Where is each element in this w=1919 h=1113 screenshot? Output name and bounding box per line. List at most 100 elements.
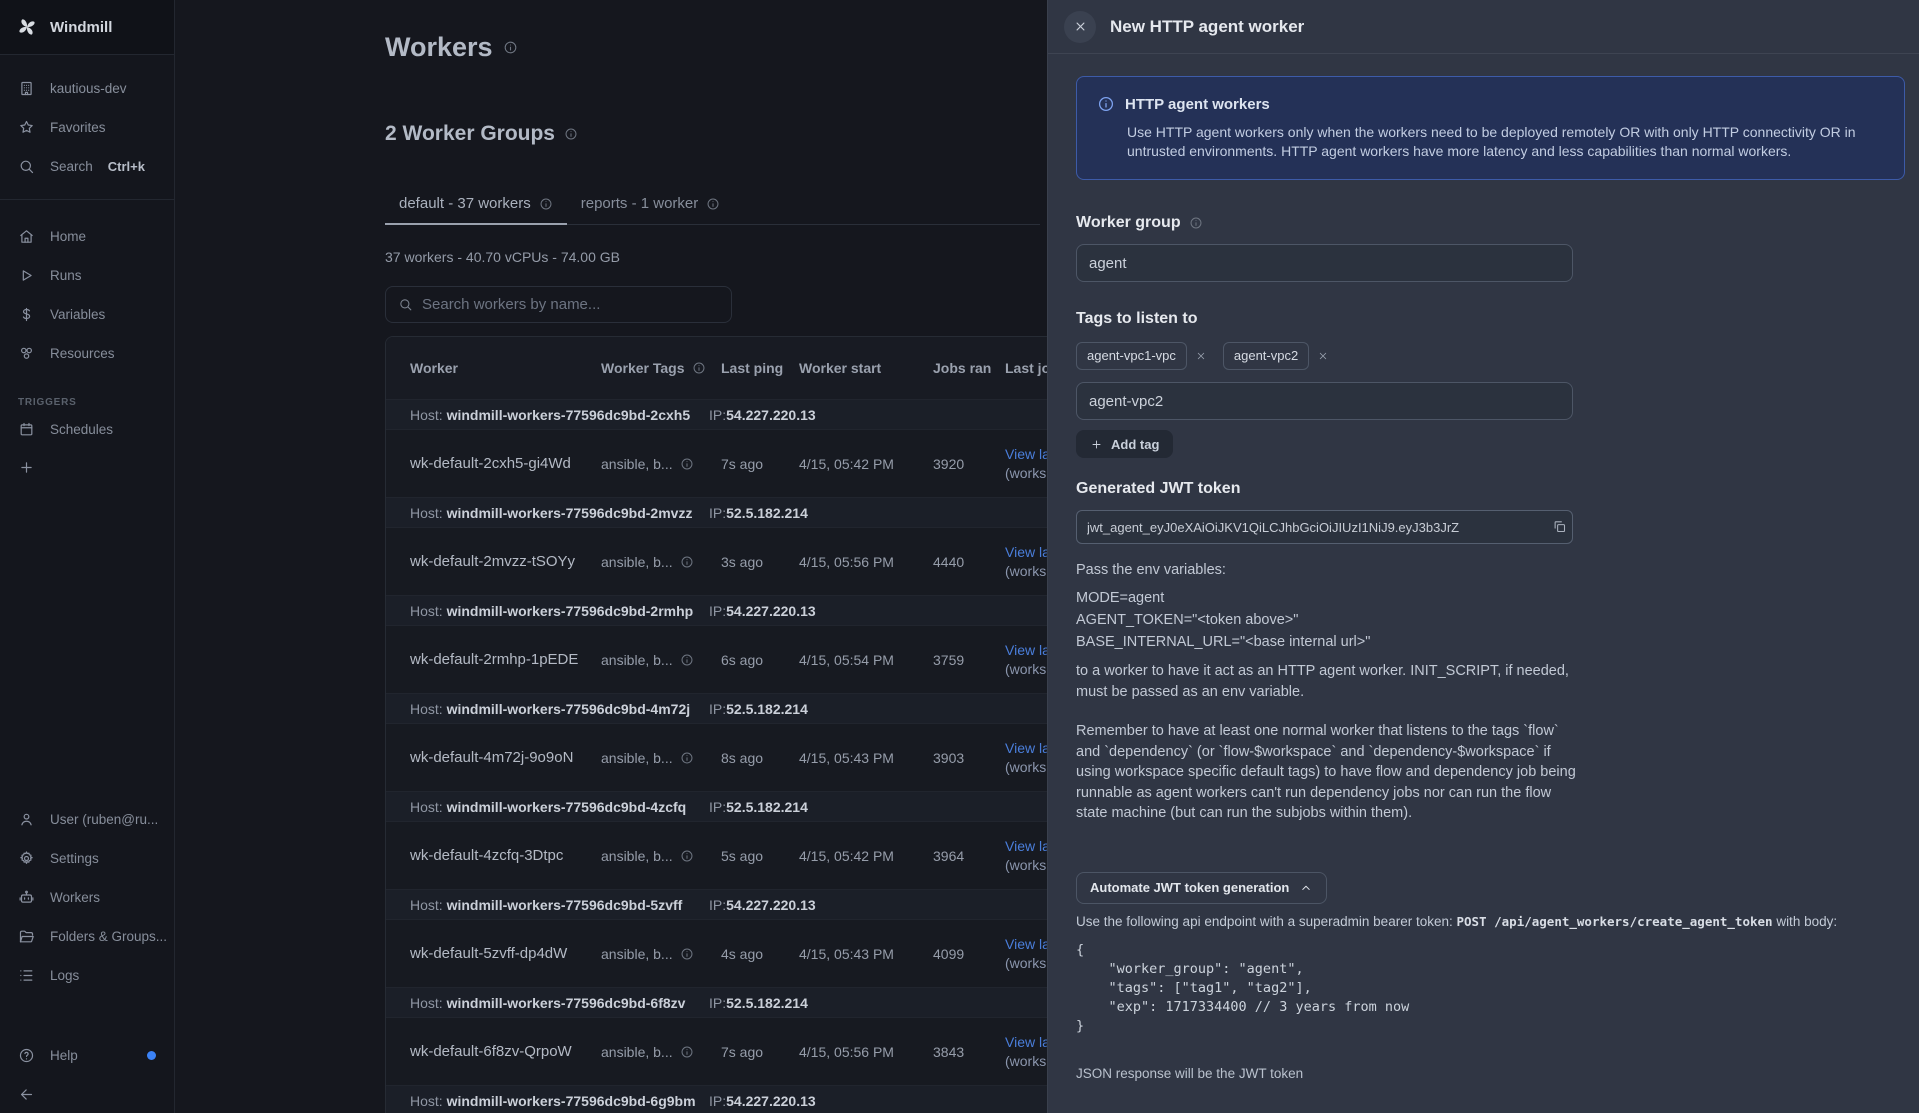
add-tag-button[interactable]: Add tag bbox=[1076, 430, 1173, 458]
last-ping: 7s ago bbox=[721, 1044, 799, 1060]
drawer-header: New HTTP agent worker bbox=[1048, 0, 1919, 54]
worker-name: wk-default-4zcfq-3Dtpc bbox=[410, 847, 601, 864]
host-ip: 54.227.220.13 bbox=[726, 407, 816, 423]
sidebar-item-label: Variables bbox=[50, 307, 105, 322]
sidebar-item-variables[interactable]: Variables bbox=[0, 295, 174, 334]
worker-start: 4/15, 05:54 PM bbox=[799, 652, 933, 668]
sidebar-item-home[interactable]: Home bbox=[0, 217, 174, 256]
jwt-response-note: JSON response will be the JWT token bbox=[1076, 1066, 1905, 1081]
host-name: windmill-workers-77596dc9bd-6f8zv bbox=[447, 995, 686, 1011]
search-icon bbox=[398, 297, 413, 312]
api-line-prefix: Use the following api endpoint with a su… bbox=[1076, 914, 1456, 929]
sidebar-item-workers[interactable]: Workers bbox=[0, 878, 174, 917]
sidebar-item-favorites[interactable]: Favorites bbox=[0, 108, 174, 147]
env-instructions-intro: Pass the env variables: bbox=[1076, 560, 1905, 581]
sidebar-item-schedules[interactable]: Schedules bbox=[0, 410, 174, 449]
tag-chips-row: agent-vpc1-vpc agent-vpc2 bbox=[1076, 342, 1905, 370]
sidebar-item-label: Workers bbox=[50, 890, 100, 905]
tab-label: reports - 1 worker bbox=[581, 195, 699, 212]
jobs-ran: 3759 bbox=[933, 652, 1005, 668]
worker-name: wk-default-2mvzz-tSOYy bbox=[410, 553, 601, 570]
info-icon[interactable] bbox=[680, 555, 694, 569]
sidebar-item-user-ruben-ru[interactable]: User (ruben@ru... bbox=[0, 800, 174, 839]
http-agent-workers-infobox: HTTP agent workers Use HTTP agent worker… bbox=[1076, 76, 1905, 180]
worker-start: 4/15, 05:42 PM bbox=[799, 456, 933, 472]
search-workers-input[interactable] bbox=[422, 296, 719, 313]
new-tag-input[interactable] bbox=[1076, 382, 1573, 420]
sidebar-item-label: Folders & Groups... bbox=[50, 929, 167, 944]
copy-token-button[interactable] bbox=[1552, 519, 1567, 534]
calendar-icon bbox=[18, 421, 35, 438]
column-header-jobs-ran: Jobs ran bbox=[933, 360, 1005, 376]
host-name: windmill-workers-77596dc9bd-2rmhp bbox=[447, 603, 694, 619]
new-http-agent-worker-drawer: New HTTP agent worker HTTP agent workers… bbox=[1047, 0, 1919, 1113]
list-icon bbox=[18, 967, 35, 984]
worker-name: wk-default-5zvff-dp4dW bbox=[410, 945, 601, 962]
jwt-token-input[interactable] bbox=[1076, 510, 1573, 544]
info-icon[interactable] bbox=[706, 197, 720, 211]
sidebar-item-label: Favorites bbox=[50, 120, 106, 135]
sidebar-item-logs[interactable]: Logs bbox=[0, 956, 174, 995]
sidebar-add-button[interactable] bbox=[0, 449, 174, 485]
close-button[interactable] bbox=[1064, 11, 1096, 43]
worker-group-input[interactable] bbox=[1076, 244, 1573, 282]
automate-jwt-toggle[interactable]: Automate JWT token generation bbox=[1076, 872, 1327, 904]
last-ping: 5s ago bbox=[721, 848, 799, 864]
close-icon bbox=[1195, 350, 1207, 362]
agent-worker-note: Remember to have at least one normal wor… bbox=[1076, 721, 1579, 824]
robot-icon bbox=[18, 889, 35, 906]
gear-icon bbox=[18, 850, 35, 867]
drawer-title: New HTTP agent worker bbox=[1110, 17, 1304, 37]
worker-tags: ansible, b... bbox=[601, 946, 673, 962]
app-logo[interactable]: Windmill bbox=[0, 0, 174, 55]
jobs-ran: 4099 bbox=[933, 946, 1005, 962]
sidebar-item-label: Settings bbox=[50, 851, 99, 866]
windmill-logo-icon bbox=[16, 16, 38, 38]
copy-icon bbox=[1552, 519, 1567, 534]
sidebar-item-help[interactable]: Help bbox=[0, 1036, 174, 1075]
env-var-line: AGENT_TOKEN="<token above>" bbox=[1076, 609, 1905, 631]
worker-start: 4/15, 05:43 PM bbox=[799, 946, 933, 962]
api-method-path: POST /api/agent_workers/create_agent_tok… bbox=[1456, 914, 1772, 929]
sidebar-item-settings[interactable]: Settings bbox=[0, 839, 174, 878]
remove-tag-button[interactable] bbox=[1317, 350, 1329, 362]
env-var-line: MODE=agent bbox=[1076, 587, 1905, 609]
arrow-left-icon bbox=[18, 1086, 35, 1103]
app-title: Windmill bbox=[50, 19, 112, 36]
tag-chip: agent-vpc1-vpc bbox=[1076, 342, 1187, 370]
sidebar-collapse-button[interactable] bbox=[0, 1075, 174, 1113]
info-icon[interactable] bbox=[680, 849, 694, 863]
page-title: Workers bbox=[385, 30, 493, 64]
info-icon[interactable] bbox=[692, 361, 706, 375]
info-icon[interactable] bbox=[564, 127, 578, 141]
close-icon bbox=[1073, 19, 1088, 34]
info-icon[interactable] bbox=[680, 947, 694, 961]
sidebar-item-folders-groups[interactable]: Folders & Groups... bbox=[0, 917, 174, 956]
host-ip: 52.5.182.214 bbox=[726, 799, 808, 815]
help-notification-dot bbox=[147, 1051, 156, 1060]
worker-name: wk-default-2cxh5-gi4Wd bbox=[410, 455, 601, 472]
info-icon[interactable] bbox=[503, 40, 518, 55]
info-icon[interactable] bbox=[680, 1045, 694, 1059]
info-icon[interactable] bbox=[680, 653, 694, 667]
sidebar-item-search[interactable]: Search Ctrl+k bbox=[0, 147, 174, 186]
host-ip: 54.227.220.13 bbox=[726, 897, 816, 913]
info-icon[interactable] bbox=[680, 457, 694, 471]
sidebar-spacer bbox=[0, 485, 174, 800]
info-icon[interactable] bbox=[1189, 216, 1203, 230]
sidebar-item-kautious-dev[interactable]: kautious-dev bbox=[0, 69, 174, 108]
jobs-ran: 4440 bbox=[933, 554, 1005, 570]
worker-start: 4/15, 05:43 PM bbox=[799, 750, 933, 766]
boxes-icon bbox=[18, 345, 35, 362]
remove-tag-button[interactable] bbox=[1195, 350, 1207, 362]
tab-reports-1-worker[interactable]: reports - 1 worker bbox=[567, 186, 735, 225]
info-icon[interactable] bbox=[539, 197, 553, 211]
info-icon[interactable] bbox=[680, 751, 694, 765]
sidebar-item-runs[interactable]: Runs bbox=[0, 256, 174, 295]
sidebar-item-label: User (ruben@ru... bbox=[50, 812, 158, 827]
sidebar-item-label: Runs bbox=[50, 268, 82, 283]
sidebar-item-resources[interactable]: Resources bbox=[0, 334, 174, 373]
column-header-worker-tags: Worker Tags bbox=[601, 360, 685, 376]
sidebar-triggers-section: Schedules bbox=[0, 410, 174, 449]
tab-default-37-workers[interactable]: default - 37 workers bbox=[385, 186, 567, 225]
